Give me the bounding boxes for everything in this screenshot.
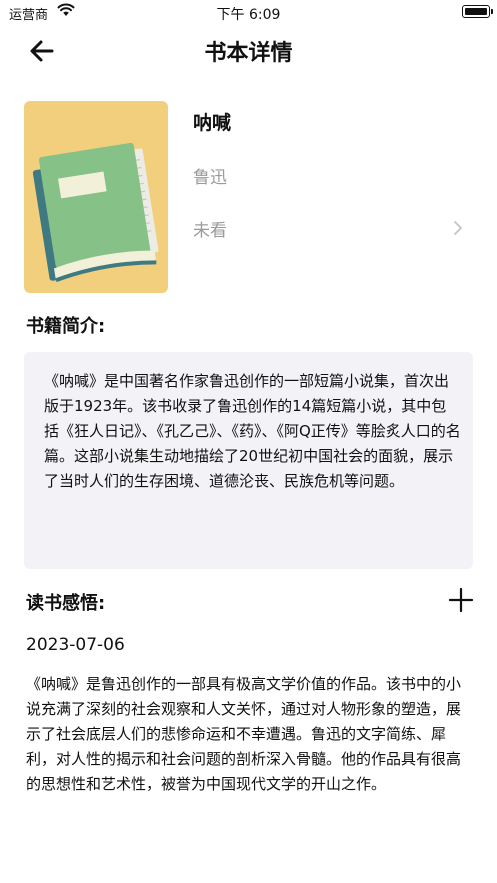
note-date: 2023-07-06 xyxy=(26,635,125,655)
status-time: 下午 6:09 xyxy=(216,7,281,23)
status-bar: 运营商 下午 6:09 xyxy=(0,0,497,26)
notes-heading: 读书感悟: xyxy=(26,593,106,614)
intro-heading: 书籍简介: xyxy=(26,316,106,337)
book-cover xyxy=(24,101,168,293)
book-title: 呐喊 xyxy=(193,112,232,134)
page-title: 书本详情 xyxy=(204,41,293,66)
read-status[interactable]: 未看 xyxy=(193,216,227,241)
book-author: 鲁迅 xyxy=(193,168,227,188)
intro-box: 《呐喊》是中国著名作家鲁迅创作的一部短篇小说集，首次出版于1923年。该书收录了… xyxy=(24,352,473,569)
intro-text: 《呐喊》是中国著名作家鲁迅创作的一部短篇小说集，首次出版于1923年。该书收录了… xyxy=(44,372,461,490)
battery-icon xyxy=(462,5,493,18)
book-icon xyxy=(32,142,159,283)
chevron-right-icon[interactable] xyxy=(450,218,466,238)
note-text: 《呐喊》是鲁迅创作的一部具有极高文学价值的作品。该书中的小说充满了深刻的社会观察… xyxy=(26,675,462,793)
plus-icon[interactable] xyxy=(448,587,474,613)
